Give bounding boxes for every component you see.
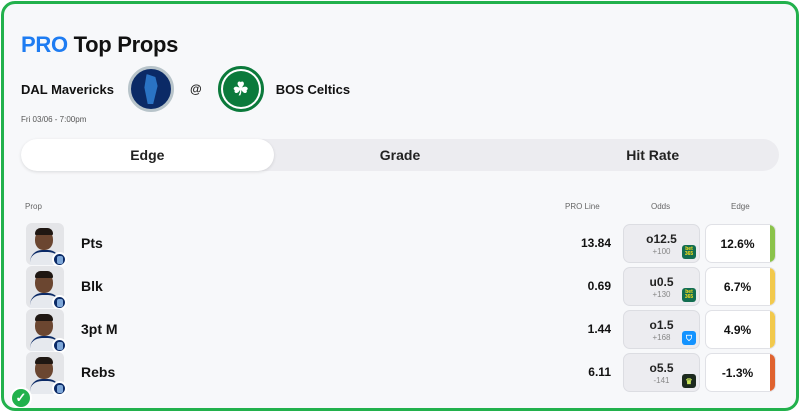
- draftkings-icon: ♛: [682, 374, 696, 388]
- odds-button[interactable]: o1.5 +168 ⛉: [623, 310, 700, 349]
- column-header-odds: Odds: [651, 202, 671, 211]
- column-header-edge: Edge: [731, 202, 750, 211]
- edge-value: 4.9%: [723, 323, 752, 337]
- team-badge-icon: [52, 338, 67, 353]
- edge-cell: 12.6%: [705, 224, 776, 263]
- edge-indicator: [770, 225, 775, 262]
- at-symbol: @: [189, 82, 202, 96]
- odds-line: o12.5: [646, 232, 677, 246]
- tab-edge[interactable]: Edge: [21, 139, 274, 171]
- tab-grade[interactable]: Grade: [274, 139, 527, 171]
- odds-button[interactable]: o12.5 +100 bet 365: [623, 224, 700, 263]
- column-header-pro-line: PRO Line: [565, 202, 600, 211]
- edge-cell: 4.9%: [705, 310, 776, 349]
- edge-indicator: [770, 311, 775, 348]
- odds-line: u0.5: [649, 275, 674, 289]
- tab-hit-rate[interactable]: Hit Rate: [526, 139, 779, 171]
- team-badge-icon: [52, 381, 67, 396]
- props-card: PRO Top Props DAL Mavericks @ ☘ BOS Celt…: [1, 1, 799, 411]
- shamrock-icon: ☘: [222, 71, 259, 107]
- edge-value: 12.6%: [720, 237, 755, 251]
- edge-value: -1.3%: [721, 366, 754, 380]
- pro-line-value: 6.11: [588, 365, 611, 379]
- prop-name: Pts: [81, 235, 103, 251]
- sort-tabs: Edge Grade Hit Rate: [21, 139, 779, 171]
- fanduel-icon: ⛉: [682, 331, 696, 345]
- table-row[interactable]: Blk 0.69 u0.5 +130 bet 365 6.7%: [21, 266, 779, 310]
- bet365-icon: bet 365: [682, 288, 696, 302]
- pro-line-value: 1.44: [587, 322, 611, 336]
- column-header-prop: Prop: [25, 202, 42, 211]
- away-team-name: DAL Mavericks: [21, 81, 114, 97]
- celtics-logo: ☘: [217, 66, 264, 112]
- table-row[interactable]: Rebs 6.11 o5.5 -141 ♛ -1.3%: [21, 352, 779, 396]
- prop-name: Rebs: [81, 364, 116, 380]
- edge-value: 6.7%: [723, 280, 752, 294]
- home-team-name: BOS Celtics: [275, 81, 351, 97]
- odds-line: o5.5: [649, 361, 674, 375]
- table-row[interactable]: 3pt M 1.44 o1.5 +168 ⛉ 4.9%: [21, 309, 779, 353]
- odds-button[interactable]: o5.5 -141 ♛: [623, 353, 700, 392]
- edge-cell: 6.7%: [705, 267, 776, 306]
- edge-cell: -1.3%: [705, 353, 776, 392]
- odds-line: o1.5: [649, 318, 674, 332]
- pro-label: PRO: [21, 32, 68, 57]
- mavericks-logo: [127, 66, 174, 112]
- pro-line-value: 0.69: [587, 279, 611, 293]
- game-datetime: Fri 03/06 - 7:00pm: [21, 115, 87, 124]
- matchup: DAL Mavericks @ ☘ BOS Celtics: [21, 66, 350, 112]
- team-badge-icon: [52, 252, 67, 267]
- team-badge-icon: [52, 295, 67, 310]
- edge-indicator: [770, 268, 775, 305]
- table-row[interactable]: Pts 13.84 o12.5 +100 bet 365 12.6%: [21, 223, 779, 267]
- prop-name: Blk: [81, 278, 103, 294]
- check-circle-icon: ✓: [10, 387, 32, 408]
- prop-name: 3pt M: [81, 321, 118, 337]
- pro-line-value: 13.84: [580, 236, 611, 250]
- page-title: PRO Top Props: [21, 32, 178, 58]
- title-text: Top Props: [73, 32, 179, 57]
- edge-indicator: [770, 354, 775, 391]
- bet365-icon: bet 365: [682, 245, 696, 259]
- odds-button[interactable]: u0.5 +130 bet 365: [623, 267, 700, 306]
